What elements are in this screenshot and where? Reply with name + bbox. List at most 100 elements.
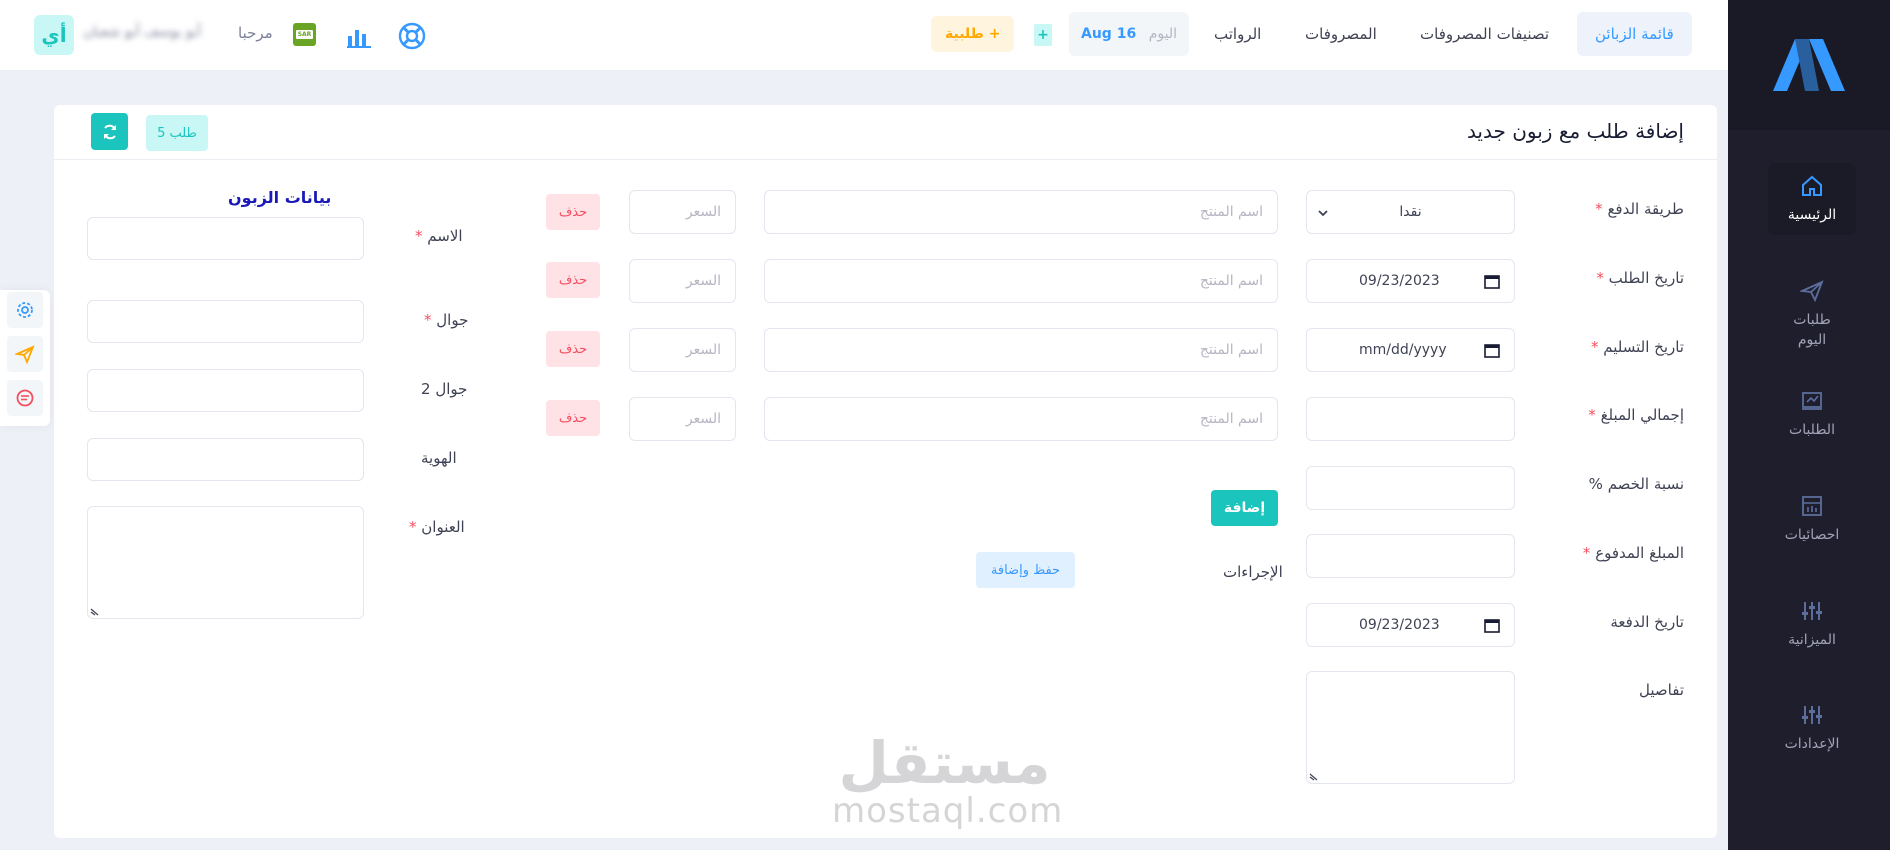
top-header: قائمة الزبائن تصنيفات المصروفات المصروفا…: [0, 0, 1728, 70]
discount-input[interactable]: [1306, 466, 1515, 510]
sidebar: الرئيسية طلبات اليوم الطلبات احصائيات ال…: [1728, 0, 1890, 850]
sidebar-item-orders[interactable]: الطلبات: [1768, 378, 1856, 450]
discount-label: نسبة الخصم %: [1588, 475, 1684, 493]
delivery-date-label: تاريخ التسليم *: [1590, 338, 1684, 356]
product-price-input[interactable]: السعر: [629, 397, 736, 441]
watermark-logo: مستقل mostaql.com: [832, 729, 1064, 831]
payment-method-select[interactable]: نقدا: [1306, 190, 1515, 234]
sidebar-item-budget[interactable]: الميزانية: [1768, 588, 1856, 660]
refresh-button[interactable]: [91, 113, 128, 150]
customer-address-textarea[interactable]: [87, 506, 364, 619]
add-product-button[interactable]: إضافة: [1211, 490, 1278, 526]
stats-icon: [1799, 493, 1825, 519]
new-order-button[interactable]: طلبية +: [931, 16, 1015, 52]
order-date-input[interactable]: 09/23/2023: [1306, 259, 1515, 303]
watermark-latin: mostaql.com: [832, 791, 1064, 831]
delivery-date-input[interactable]: mm/dd/yyyy: [1306, 328, 1515, 372]
sidebar-item-home[interactable]: الرئيسية: [1768, 163, 1856, 235]
product-price-input[interactable]: السعر: [629, 328, 736, 372]
payment-method-label: طريقة الدفع *: [1595, 200, 1684, 218]
product-name-input[interactable]: اسم المنتج: [764, 259, 1278, 303]
resize-handle-icon: [1309, 773, 1318, 781]
gear-icon: [17, 302, 33, 318]
welcome-text: مرحبا: [238, 24, 273, 42]
customer-id-label: الهوية: [421, 449, 457, 467]
customer-name-input[interactable]: [87, 217, 364, 260]
chat-icon: [16, 389, 34, 407]
product-name-input[interactable]: اسم المنتج: [764, 190, 1278, 234]
avatar[interactable]: أي: [34, 15, 74, 55]
delete-product-button[interactable]: حذف: [546, 400, 600, 436]
sidebar-item-label: الرئيسية: [1787, 207, 1837, 223]
user-name: أبو يوسف أبو شعبان: [83, 24, 201, 40]
product-price-input[interactable]: السعر: [629, 190, 736, 234]
quick-add-button[interactable]: +: [1034, 24, 1052, 46]
sidebar-item-label: الإعدادات: [1784, 736, 1840, 752]
card-header: إضافة طلب مع زبون جديد 5 طلب: [54, 105, 1717, 160]
customer-id-input[interactable]: [87, 438, 364, 481]
details-textarea[interactable]: [1306, 671, 1515, 784]
delete-product-button[interactable]: حذف: [546, 194, 600, 230]
calendar-icon[interactable]: [1484, 273, 1500, 289]
total-amount-input[interactable]: [1306, 397, 1515, 441]
payment-date-input[interactable]: 09/23/2023: [1306, 603, 1515, 647]
nav-expense-categories[interactable]: تصنيفات المصروفات: [1402, 12, 1567, 56]
page-title: إضافة طلب مع زبون جديد: [1466, 119, 1684, 143]
currency-badge-text: SAR: [295, 30, 314, 39]
customer-address-label: العنوان *: [409, 518, 465, 536]
chat-button[interactable]: [7, 380, 43, 416]
product-name-input[interactable]: اسم المنتج: [764, 397, 1278, 441]
watermark-arabic: مستقل: [838, 729, 1051, 797]
sidebar-item-label: الميزانية: [1788, 632, 1836, 648]
refresh-icon: [103, 124, 116, 139]
floating-toolbar: [0, 290, 50, 426]
customer-mobile-input[interactable]: [87, 300, 364, 343]
paid-amount-label: المبلغ المدفوع *: [1582, 544, 1684, 562]
nav-expenses[interactable]: المصروفات: [1287, 12, 1395, 56]
save-and-add-button[interactable]: حفظ وإضافة: [976, 552, 1075, 588]
order-date-label: تاريخ الطلب *: [1596, 269, 1684, 287]
actions-label: الإجراءات: [1223, 563, 1283, 581]
chevron-down-icon: [1318, 210, 1328, 217]
total-amount-label: إجمالي المبلغ *: [1588, 406, 1684, 424]
currency-badge: SAR: [293, 23, 316, 46]
today-date: Aug 16 اليوم: [1069, 12, 1189, 56]
paid-amount-input[interactable]: [1306, 534, 1515, 578]
details-label: تفاصيل: [1639, 681, 1684, 699]
sidebar-item-stats[interactable]: احصائيات: [1768, 483, 1856, 555]
customer-mobile2-label: جوال 2: [421, 380, 468, 398]
order-count-badge: 5 طلب: [146, 115, 208, 151]
settings-gear-button[interactable]: [7, 292, 43, 328]
customer-name-label: الاسم *: [415, 227, 463, 245]
nav-customers-list[interactable]: قائمة الزبائن: [1577, 12, 1692, 56]
product-price-input[interactable]: السعر: [629, 259, 736, 303]
delete-product-button[interactable]: حذف: [546, 331, 600, 367]
sidebar-item-label: طلبات اليوم: [1793, 312, 1831, 348]
resize-handle-icon: [90, 608, 99, 616]
sidebar-item-settings[interactable]: الإعدادات: [1768, 692, 1856, 764]
calendar-icon[interactable]: [1484, 617, 1500, 633]
home-icon: [1799, 173, 1825, 199]
delivery-date-value: mm/dd/yyyy: [1359, 342, 1447, 358]
product-name-input[interactable]: اسم المنتج: [764, 328, 1278, 372]
chart-screen-icon: [1799, 388, 1825, 414]
customer-section-title: بيانات الزبون: [228, 188, 332, 207]
customer-mobile2-input[interactable]: [87, 369, 364, 412]
sliders-icon: [1799, 598, 1825, 624]
sidebar-item-label: الطلبات: [1789, 422, 1835, 438]
bar-chart-icon[interactable]: [346, 22, 372, 48]
support-icon[interactable]: [398, 22, 426, 50]
sidebar-item-label: احصائيات: [1784, 527, 1840, 543]
today-label: اليوم: [1148, 26, 1177, 42]
logo-area: [1728, 0, 1890, 130]
paper-plane-icon: [1799, 278, 1825, 304]
send-button[interactable]: [7, 336, 43, 372]
delete-product-button[interactable]: حذف: [546, 262, 600, 298]
customer-mobile-label: جوال *: [424, 311, 469, 329]
payment-method-value: نقدا: [1399, 204, 1422, 220]
today-date-value: Aug 16: [1081, 26, 1137, 42]
sidebar-item-today-orders[interactable]: طلبات اليوم: [1768, 268, 1856, 360]
order-date-value: 09/23/2023: [1359, 273, 1440, 289]
nav-salaries[interactable]: الرواتب: [1196, 12, 1279, 56]
calendar-icon[interactable]: [1484, 342, 1500, 358]
